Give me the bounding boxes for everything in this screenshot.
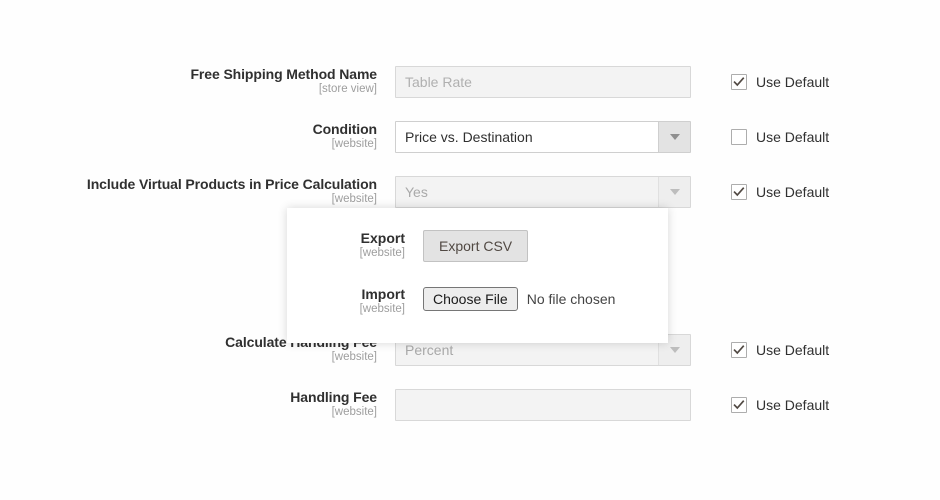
chevron-down-icon: [669, 189, 680, 195]
field-label-text: Handling Fee: [290, 389, 377, 405]
use-default-handling-fee[interactable]: Use Default: [731, 389, 829, 421]
export-import-panel: Export [website] Export CSV Import [webs…: [287, 208, 668, 343]
field-scope-text: [website]: [331, 193, 377, 206]
checkmark-icon: [733, 400, 745, 410]
export-csv-button[interactable]: Export CSV: [423, 230, 529, 262]
field-row-free-shipping-method-name: Free Shipping Method Name [store view] U…: [0, 66, 940, 100]
condition-select[interactable]: Price vs. Destination: [395, 121, 691, 153]
field-label-free-shipping-method-name: Free Shipping Method Name [store view]: [0, 66, 377, 96]
use-default-checkbox[interactable]: [731, 74, 747, 90]
file-status-label: No file chosen: [526, 291, 616, 307]
free-shipping-method-name-input[interactable]: [395, 66, 691, 98]
field-control-handling-fee: [395, 389, 691, 421]
panel-scope-text: [website]: [359, 247, 405, 260]
panel-label-text: Import: [361, 286, 405, 302]
chevron-down-icon: [669, 347, 680, 353]
use-default-label: Use Default: [756, 342, 830, 358]
field-scope-text: [website]: [331, 351, 377, 364]
use-default-free-shipping-method-name[interactable]: Use Default: [731, 66, 829, 98]
include-virtual-products-select[interactable]: Yes: [395, 176, 691, 208]
panel-row-export: Export [website] Export CSV: [287, 230, 668, 262]
field-label-text: Include Virtual Products in Price Calcul…: [86, 176, 377, 192]
checkmark-icon: [733, 77, 745, 87]
use-default-condition[interactable]: Use Default: [731, 121, 829, 153]
use-default-checkbox[interactable]: [731, 397, 747, 413]
panel-row-import: Import [website] Choose File No file cho…: [287, 286, 668, 318]
include-virtual-products-select-value: Yes: [405, 184, 428, 200]
use-default-label: Use Default: [756, 184, 830, 200]
field-label-include-virtual-products: Include Virtual Products in Price Calcul…: [0, 176, 377, 206]
import-file-input[interactable]: Choose File No file chosen: [423, 286, 615, 312]
use-default-checkbox[interactable]: [731, 342, 747, 358]
field-row-condition: Condition [website] Price vs. Destinatio…: [0, 121, 940, 155]
field-control-include-virtual-products: Yes: [395, 176, 691, 208]
chevron-down-icon: [669, 134, 680, 140]
choose-file-button[interactable]: Choose File: [423, 287, 518, 311]
use-default-checkbox[interactable]: [731, 129, 747, 145]
field-row-include-virtual-products: Include Virtual Products in Price Calcul…: [0, 176, 940, 210]
field-label-condition: Condition [website]: [0, 121, 378, 151]
panel-control-import: Choose File No file chosen: [423, 286, 615, 312]
use-default-checkbox[interactable]: [731, 184, 747, 200]
panel-label-export: Export [website]: [287, 230, 405, 260]
handling-fee-input[interactable]: [395, 389, 691, 421]
condition-select-arrow-button[interactable]: [658, 122, 690, 152]
field-scope-text: [store view]: [318, 83, 377, 96]
include-virtual-products-select-arrow-button[interactable]: [658, 177, 690, 207]
checkmark-icon: [733, 345, 745, 355]
panel-label-text: Export: [360, 230, 405, 246]
field-control-free-shipping-method-name: [395, 66, 691, 98]
field-label-handling-fee: Handling Fee [website]: [0, 389, 377, 419]
use-default-calculate-handling-fee[interactable]: Use Default: [731, 334, 829, 366]
use-default-include-virtual-products[interactable]: Use Default: [731, 176, 829, 208]
field-scope-text: [website]: [331, 406, 377, 419]
field-control-condition: Price vs. Destination: [395, 121, 691, 153]
field-scope-text: [website]: [331, 138, 377, 151]
panel-label-import: Import [website]: [287, 286, 405, 316]
use-default-label: Use Default: [756, 74, 830, 90]
field-row-handling-fee: Handling Fee [website] Use Default: [0, 389, 940, 423]
panel-scope-text: [website]: [359, 303, 405, 316]
checkmark-icon: [733, 187, 745, 197]
condition-select-value: Price vs. Destination: [405, 129, 533, 145]
panel-control-export: Export CSV: [423, 230, 529, 262]
field-label-text: Condition: [312, 121, 378, 137]
field-label-text: Free Shipping Method Name: [190, 66, 377, 82]
use-default-label: Use Default: [756, 129, 830, 145]
use-default-label: Use Default: [756, 397, 830, 413]
